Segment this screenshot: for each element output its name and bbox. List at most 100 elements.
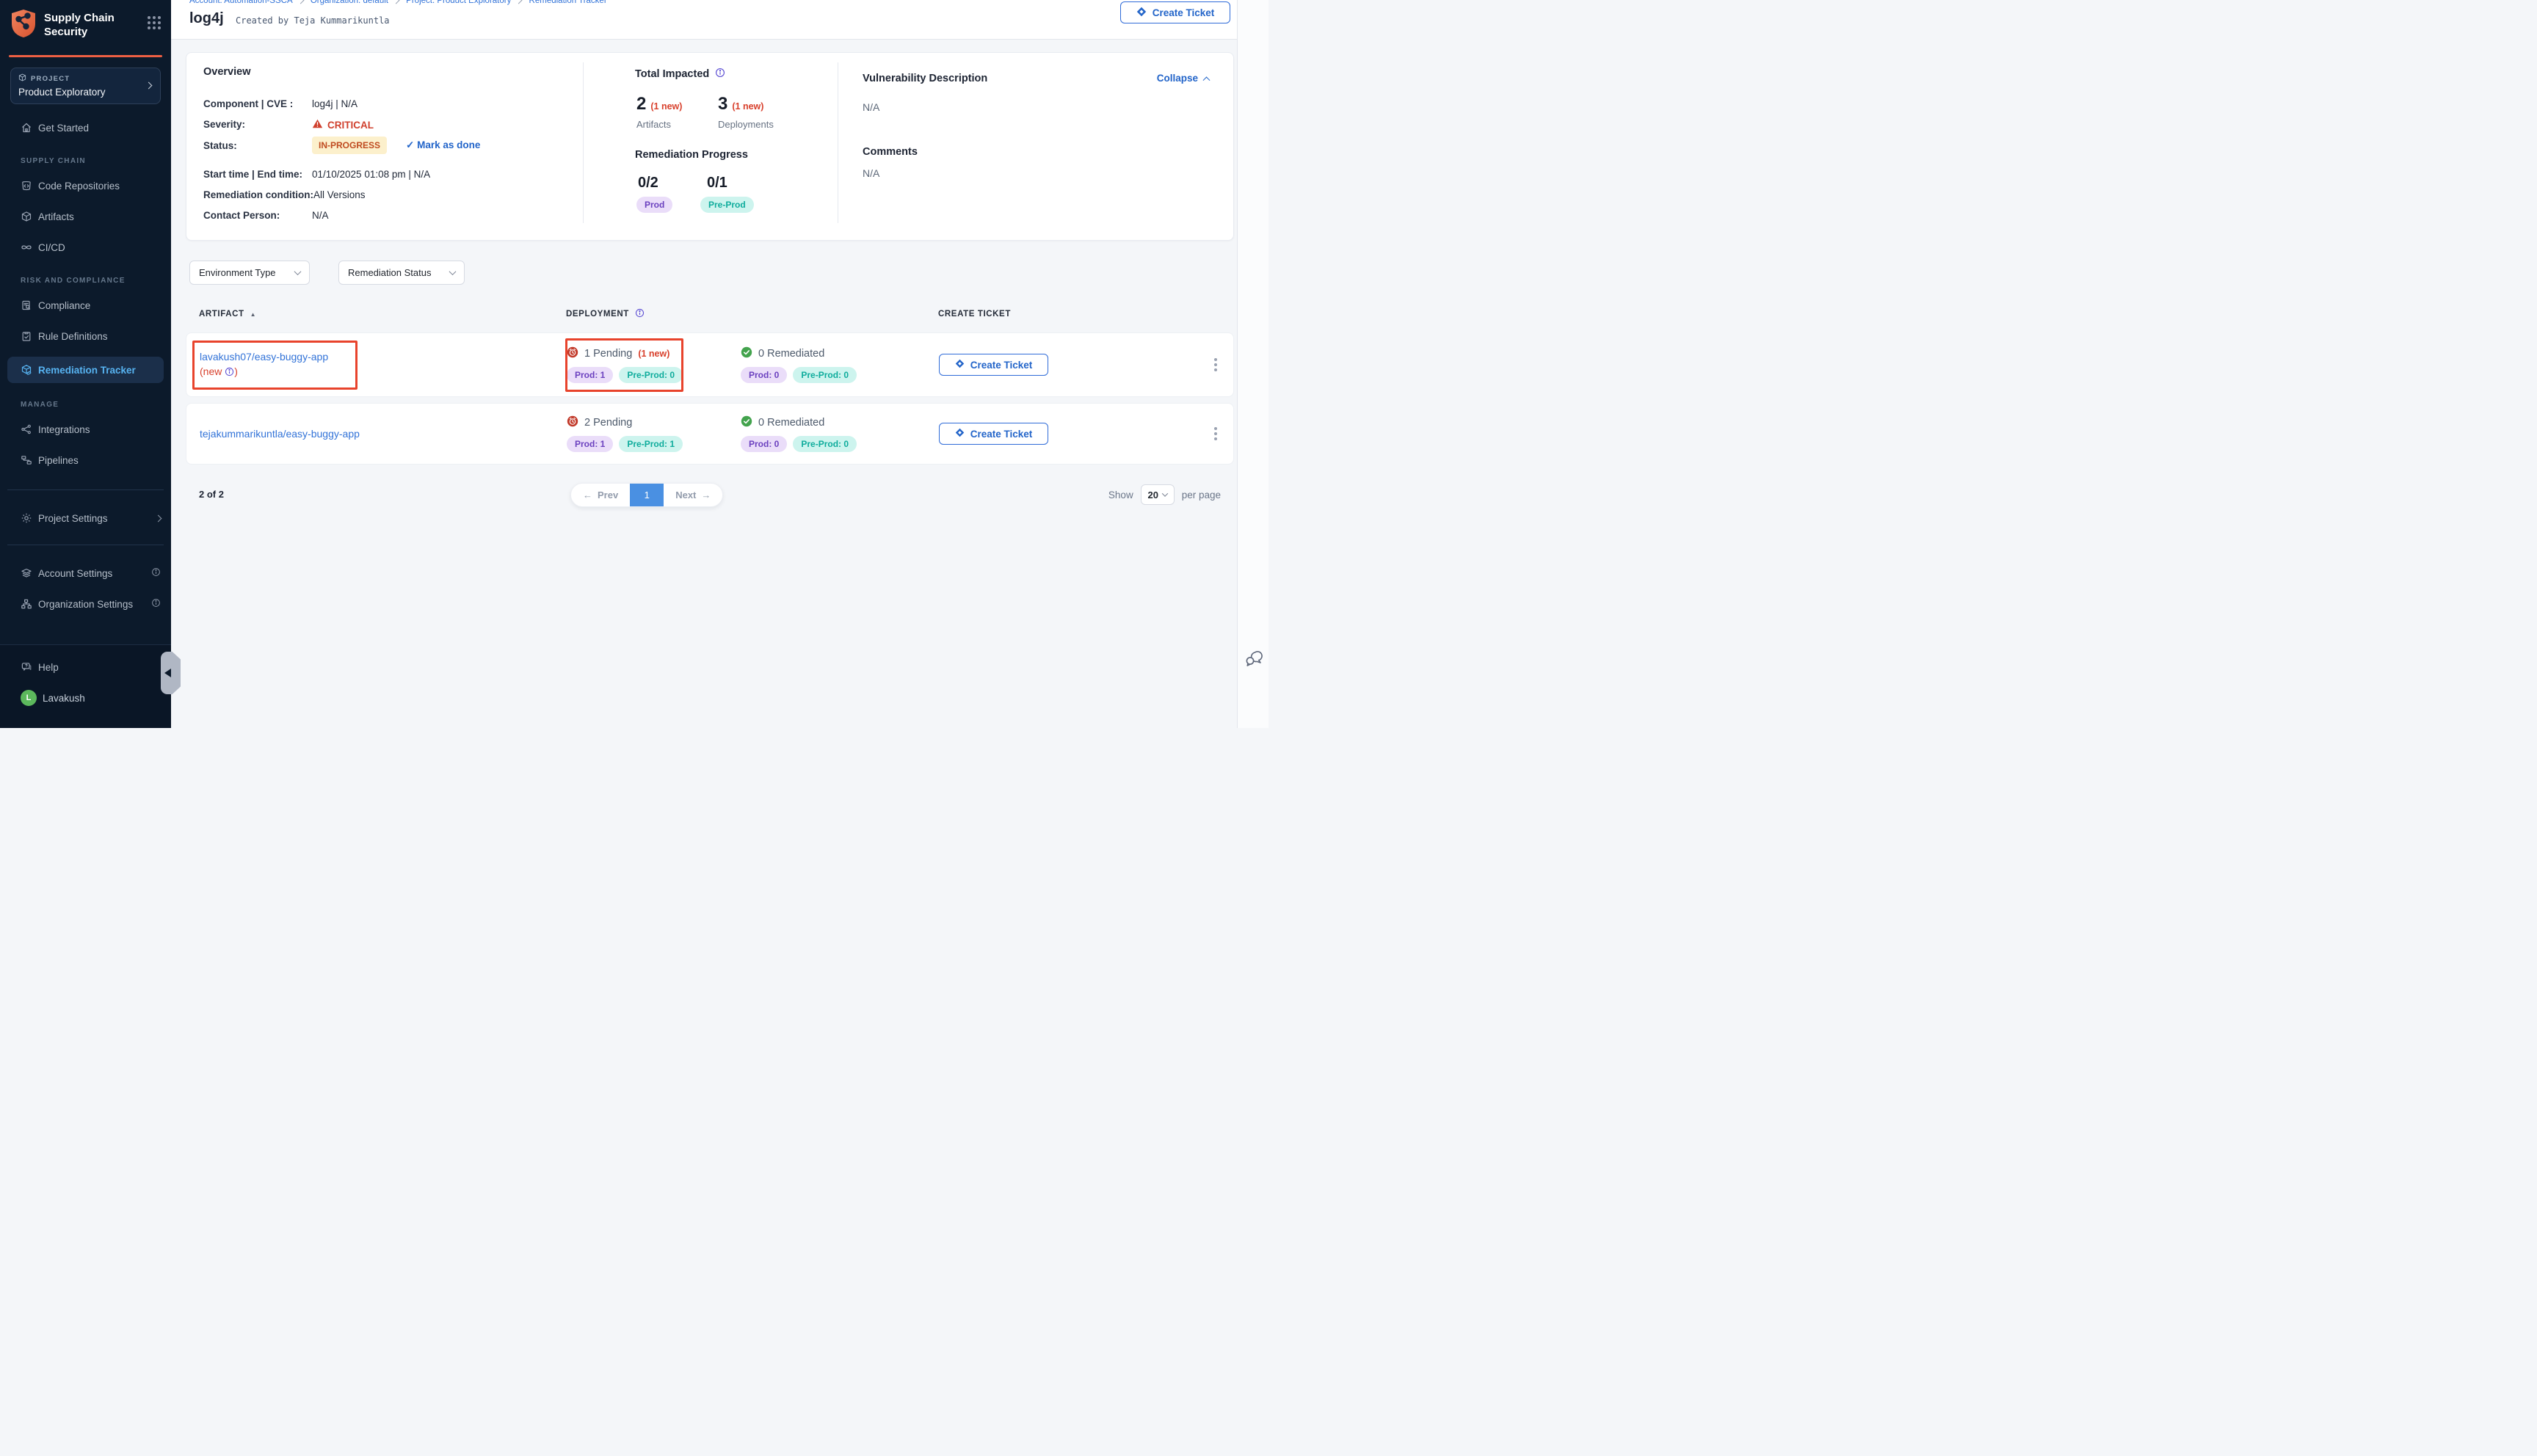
column-artifact[interactable]: ARTIFACT ▲ — [199, 308, 566, 320]
table-row: tejakummarikuntla/easy-buggy-app 2 Pendi… — [186, 403, 1234, 465]
sidebar-item-label: Pipelines — [38, 455, 79, 466]
remediated-prod-pill: Prod: 0 — [741, 367, 787, 383]
ticket-cell: Create Ticket — [939, 354, 1197, 376]
sidebar-item-help[interactable]: Help — [0, 657, 171, 677]
sidebar-item-account-settings[interactable]: Account Settings — [0, 563, 171, 583]
sidebar-item-label: Help — [38, 662, 59, 673]
status-label: Status: — [203, 140, 312, 151]
chevron-left-icon — [164, 669, 171, 677]
environment-type-filter[interactable]: Environment Type — [189, 261, 310, 285]
remediated-count: 0 Remediated — [758, 348, 824, 360]
comments-title: Comments — [863, 146, 918, 158]
info-icon[interactable] — [715, 68, 725, 81]
project-name: Product Exploratory — [18, 87, 153, 98]
remediation-status-filter[interactable]: Remediation Status — [338, 261, 465, 285]
row-create-ticket-button[interactable]: Create Ticket — [939, 354, 1048, 376]
chat-bubbles-icon[interactable] — [1244, 649, 1263, 671]
sidebar-collapse-handle[interactable] — [161, 652, 181, 694]
apps-grid-icon[interactable] — [148, 16, 161, 29]
sidebar-item-get-started[interactable]: Get Started — [0, 117, 171, 138]
remediation-tracker-icon — [21, 364, 32, 376]
create-ticket-button[interactable]: Create Ticket — [1120, 1, 1230, 23]
collapse-toggle[interactable]: Collapse — [1157, 73, 1209, 84]
impacted-deployments-new: (1 new) — [732, 101, 763, 112]
breadcrumb-separator-icon — [515, 0, 523, 4]
warning-triangle-icon — [312, 119, 323, 131]
pending-icon — [567, 415, 578, 430]
vulnerability-description-value: N/A — [863, 101, 879, 113]
project-selector[interactable]: PROJECT Product Exploratory — [10, 68, 161, 104]
breadcrumb-organization-link[interactable]: Organization: default — [311, 0, 388, 5]
overview-title: Overview — [203, 66, 251, 78]
sidebar-item-artifacts[interactable]: Artifacts — [0, 206, 171, 227]
sidebar-item-organization-settings[interactable]: Organization Settings — [0, 594, 171, 614]
sidebar-item-rule-definitions[interactable]: Rule Definitions — [0, 326, 171, 346]
remediated-preprod-pill: Pre-Prod: 0 — [793, 367, 857, 383]
remediated-icon — [741, 415, 752, 430]
pagination: ← Prev 1 Next → — [570, 483, 723, 507]
arrow-right-icon: → — [701, 489, 711, 500]
cicd-icon — [21, 241, 32, 253]
prev-page-button[interactable]: ← Prev — [571, 484, 630, 506]
page-size-select[interactable]: 20 — [1141, 484, 1175, 505]
next-page-button[interactable]: Next → — [664, 484, 722, 506]
breadcrumb-current-link[interactable]: Remediation Tracker — [529, 0, 607, 5]
arrow-left-icon: ← — [583, 489, 592, 500]
sidebar-item-label: Compliance — [38, 300, 90, 311]
breadcrumb-account-link[interactable]: Account: Automation-SSCA — [189, 0, 293, 5]
sidebar-item-remediation-tracker[interactable]: Remediation Tracker — [7, 357, 164, 383]
sidebar-section-risk-and-compliance: RISK AND COMPLIANCE — [0, 277, 171, 285]
progress-prod-value: 0/2 — [638, 175, 658, 192]
sidebar-item-pipelines[interactable]: Pipelines — [0, 450, 171, 470]
brand-name: Supply Chain Security — [44, 9, 126, 39]
chevron-down-icon — [1162, 490, 1168, 496]
row-menu-kebab-icon[interactable] — [1205, 423, 1227, 445]
mark-as-done-button[interactable]: ✓ Mark as done — [406, 139, 480, 151]
info-icon[interactable] — [635, 308, 645, 320]
home-icon — [21, 122, 32, 134]
sidebar-user[interactable]: L Lavakush — [0, 688, 171, 708]
compliance-icon — [21, 299, 32, 311]
impacted-artifacts-new: (1 new) — [650, 101, 682, 112]
breadcrumb-project-link[interactable]: Project: Product Exploratory — [406, 0, 511, 5]
sidebar-divider — [7, 489, 164, 490]
sidebar-item-compliance[interactable]: Compliance — [0, 295, 171, 316]
project-cube-icon — [18, 73, 26, 84]
pipelines-icon — [21, 454, 32, 466]
artifact-link[interactable]: tejakummarikuntla/easy-buggy-app — [200, 428, 567, 440]
row-menu-kebab-icon[interactable] — [1205, 354, 1227, 376]
sidebar-item-cicd[interactable]: CI/CD — [0, 237, 171, 258]
highlight-box-artifact — [192, 341, 357, 390]
organization-settings-icon — [21, 598, 32, 610]
row-create-ticket-button[interactable]: Create Ticket — [939, 423, 1048, 445]
brand-header: Supply Chain Security — [0, 0, 171, 42]
breadcrumb: Account: Automation-SSCA Organization: d… — [189, 0, 607, 5]
diamond-ticket-icon — [1136, 7, 1147, 19]
sidebar-item-label: Account Settings — [38, 568, 112, 579]
sidebar-item-integrations[interactable]: Integrations — [0, 419, 171, 440]
diamond-ticket-icon — [955, 428, 965, 440]
total-impacted-title: Total Impacted — [635, 68, 725, 81]
chevron-up-icon — [1203, 76, 1211, 84]
remediated-prod-pill: Prod: 0 — [741, 436, 787, 452]
sidebar-item-label: Get Started — [38, 123, 89, 134]
chevron-down-icon — [294, 268, 302, 275]
table-row: lavakush07/easy-buggy-app (new ) 1 Pendi… — [186, 332, 1234, 397]
page-header: Account: Automation-SSCA Organization: d… — [171, 0, 1237, 40]
column-create-ticket: CREATE TICKET — [938, 308, 1197, 320]
page-number-button[interactable]: 1 — [630, 484, 664, 506]
info-icon — [151, 598, 161, 610]
sidebar-item-project-settings[interactable]: Project Settings — [0, 508, 171, 528]
contact-person-label: Contact Person: — [203, 210, 312, 221]
integrations-icon — [21, 423, 32, 435]
page-size-control: Show 20 per page — [1108, 484, 1221, 505]
brand-shield-icon — [10, 9, 37, 42]
impacted-deployments-label: Deployments — [718, 119, 774, 130]
impacted-artifacts: 2 (1 new) — [636, 94, 682, 114]
breadcrumb-separator-icon — [393, 0, 400, 4]
progress-preprod-pill: Pre-Prod — [700, 197, 754, 213]
status-badge: IN-PROGRESS — [312, 136, 387, 154]
time-value: 01/10/2025 01:08 pm | N/A — [312, 169, 430, 180]
sidebar-item-code-repositories[interactable]: Code Repositories — [0, 175, 171, 196]
project-label: PROJECT — [31, 75, 70, 83]
